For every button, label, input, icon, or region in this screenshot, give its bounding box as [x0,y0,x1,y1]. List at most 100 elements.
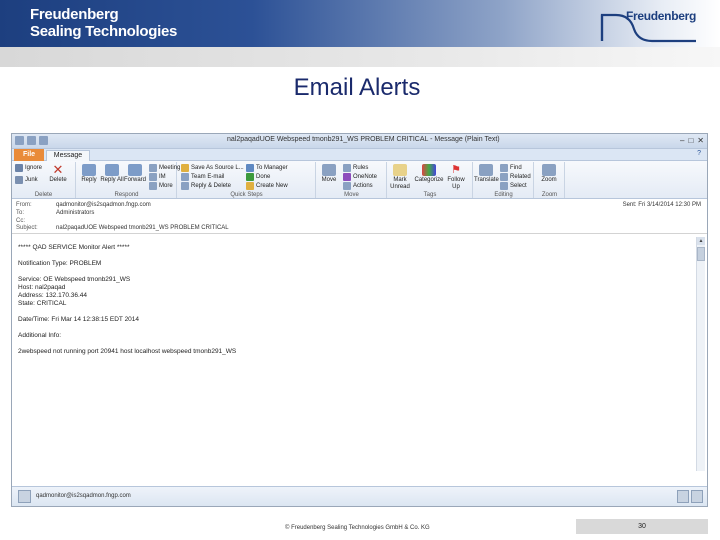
categorize-button[interactable]: Categorize [414,164,444,184]
people-pane-address[interactable]: qadmonitor@is2sqadmon.fngp.com [36,493,131,499]
tab-message[interactable]: Message [46,150,90,161]
quickstep-to-manager[interactable]: To Manager [246,164,288,172]
tab-file[interactable]: File [14,149,44,161]
ribbon-tabs: File Message ? [12,149,707,161]
save-icon[interactable] [15,136,24,145]
translate-button[interactable]: Translate [474,164,499,184]
group-label-tags: Tags [423,192,437,198]
ribbon-group-move: Move Rules OneNote Actions Move [317,162,387,198]
from-label: From: [16,202,32,208]
related-icon [500,173,508,181]
sent-value: Fri 3/14/2014 12:30 PM [638,202,701,208]
reply-label: Reply [81,177,97,183]
minimize-icon[interactable]: – [680,136,684,145]
ribbon-group-editing: Translate Find Related Select Editing [474,162,534,198]
subject-label: Subject: [16,225,38,231]
mark-unread-button[interactable]: Mark Unread [388,164,412,191]
body-line [18,268,701,276]
scroll-thumb[interactable] [697,247,705,261]
ribbon-group-delete: Ignore Junk ✕ Delete Delete [12,162,76,198]
ribbon: Ignore Junk ✕ Delete Delete Reply Reply … [12,161,707,199]
zoom-button[interactable]: Zoom [537,164,561,184]
maximize-icon[interactable]: □ [688,136,693,145]
group-label-quick-steps: Quick Steps [230,192,263,198]
move-button[interactable]: Move [317,164,341,184]
find-button[interactable]: Find [500,164,522,172]
people-pane-expand-icon[interactable] [691,490,703,503]
ignore-button[interactable]: Ignore [15,164,42,172]
redo-icon[interactable] [39,136,48,145]
follow-up-label: Follow Up [447,177,465,190]
header-banner: Freudenberg Sealing Technologies Freuden… [0,0,720,47]
brand-subtitle: Sealing Technologies [30,23,178,40]
quickstep-team-label: Team E-mail [191,174,225,180]
people-pane-toggle-icon[interactable] [677,490,689,503]
quickstep-create-new[interactable]: Create New [246,182,288,190]
window-titlebar: nal2paqadUOE Webspeed tmonb291_WS PROBLE… [12,134,707,149]
rules-button[interactable]: Rules [343,164,368,172]
im-label: IM [159,174,166,180]
message-body[interactable]: ***** QAD SERVICE Monitor Alert ***** No… [12,234,707,474]
body-line: Service: OE Webspeed tmonb291_WS [18,276,131,283]
help-icon[interactable]: ? [697,150,701,157]
to-label: To: [16,210,25,216]
scroll-up-icon[interactable]: ▲ [697,237,705,245]
message-header: From: qadmonitor@is2sqadmon.fngp.com To:… [12,199,707,234]
move-icon [322,164,336,176]
quickstep-reply-delete[interactable]: Reply & Delete [181,182,231,190]
body-line: Host: nal2paqad [18,284,66,291]
actions-button[interactable]: Actions [343,182,373,190]
undo-icon[interactable] [27,136,36,145]
onenote-button[interactable]: OneNote [343,173,377,181]
actions-icon [343,182,351,190]
sent-label: Sent: [622,202,637,208]
select-button[interactable]: Select [500,182,527,190]
onenote-icon [343,173,351,181]
meeting-button[interactable]: Meeting [149,164,180,172]
quickstep-done[interactable]: Done [246,173,270,181]
quick-access-toolbar[interactable] [15,136,48,145]
subject-row: Subject: nal2paqadUOE Webspeed tmonb291_… [16,225,229,231]
body-line: Address: 132.170.36.44 [18,292,88,299]
quickstep-manager-label: To Manager [256,165,288,171]
group-label-delete: Delete [34,192,53,198]
zoom-icon [542,164,556,176]
close-icon[interactable]: ✕ [697,136,704,145]
done-icon [246,173,254,181]
to-value[interactable]: Administrators [56,210,94,216]
body-line: 2webspeed not running port 20941 host lo… [18,348,237,355]
slide-title: Email Alerts [293,74,421,101]
quickstep-save-as-source[interactable]: Save As Source L... [181,164,244,172]
quickstep-team-email[interactable]: Team E-mail [181,173,224,181]
group-label-respond: Respond [114,192,139,198]
ignore-label: Ignore [25,165,43,171]
envelope-icon [393,164,407,176]
forward-icon [128,164,142,176]
group-label-move: Move [344,192,359,198]
im-button[interactable]: IM [149,173,166,181]
find-label: Find [510,165,522,171]
vertical-scrollbar[interactable]: ▲ [696,237,705,471]
sent-info: Sent: Fri 3/14/2014 12:30 PM [623,202,701,208]
more-label: More [159,183,173,189]
ribbon-group-respond: Reply Reply All Forward Meeting IM More … [77,162,180,198]
related-button[interactable]: Related [500,173,531,181]
reply-all-icon [105,164,119,176]
junk-button[interactable]: Junk [15,176,38,184]
body-line [18,308,701,316]
junk-label: Junk [25,177,38,183]
from-value[interactable]: qadmonitor@is2sqadmon.fngp.com [56,202,151,208]
quickstep-save-label: Save As Source L... [191,165,244,171]
meeting-icon [149,164,157,172]
outlook-message-window: nal2paqadUOE Webspeed tmonb291_WS PROBLE… [11,133,708,507]
more-button[interactable]: More [149,182,173,190]
delete-button[interactable]: ✕ Delete [46,163,70,184]
onenote-label: OneNote [353,174,378,180]
forward-button[interactable]: Forward [123,164,147,184]
to-manager-icon [246,164,254,172]
avatar[interactable] [18,490,31,503]
reply-button[interactable]: Reply [77,164,101,184]
reply-delete-icon [181,182,189,190]
reply-all-button[interactable]: Reply All [100,164,124,184]
follow-up-button[interactable]: ⚑ Follow Up [444,164,468,191]
